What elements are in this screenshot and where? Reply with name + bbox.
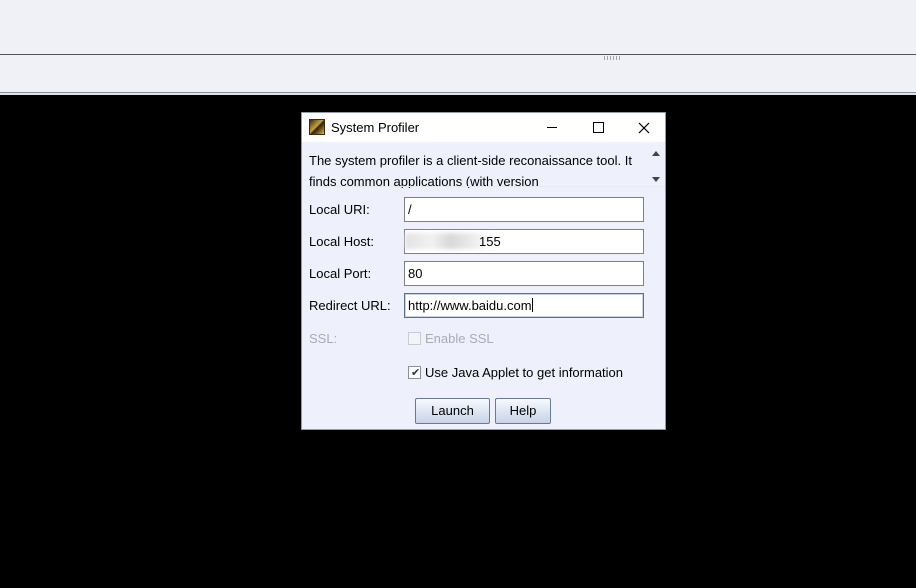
close-icon — [638, 122, 650, 133]
maximize-icon — [592, 122, 604, 133]
local-port-input[interactable]: 80 — [404, 261, 644, 286]
local-host-value: 155 — [479, 234, 501, 249]
java-applet-checkbox[interactable]: ✔ — [408, 366, 421, 379]
local-uri-value: / — [408, 202, 412, 217]
minimize-button[interactable] — [529, 113, 575, 142]
scroll-up-icon[interactable] — [652, 151, 660, 156]
text-caret — [531, 298, 533, 312]
app-icon — [309, 119, 325, 135]
local-port-value: 80 — [408, 266, 423, 281]
redirect-url-input[interactable]: http://www.baidu.com — [404, 293, 644, 318]
local-port-label: Local Port: — [309, 266, 372, 281]
local-uri-input[interactable]: / — [404, 197, 644, 222]
maximize-button[interactable] — [575, 113, 621, 142]
panel-divider-highlight — [0, 93, 916, 95]
checkmark-icon: ✔ — [411, 367, 421, 379]
redirect-url-label: Redirect URL: — [309, 298, 391, 313]
secondary-toolbar-area — [0, 55, 916, 92]
local-uri-label: Local URI: — [309, 202, 370, 217]
minimize-icon — [547, 127, 557, 128]
java-applet-label: Use Java Applet to get information — [425, 365, 624, 380]
ssl-label: SSL: — [309, 331, 338, 346]
system-profiler-dialog: System Profiler The system profiler is a… — [301, 112, 666, 430]
enable-ssl-checkbox[interactable] — [408, 332, 421, 345]
scroll-down-icon[interactable] — [652, 177, 660, 182]
title-bar[interactable]: System Profiler — [302, 113, 665, 142]
launch-button[interactable]: Launch — [415, 398, 490, 424]
local-host-input[interactable]: 155 — [404, 229, 644, 254]
local-host-label: Local Host: — [309, 234, 375, 249]
enable-ssl-label: Enable SSL — [425, 331, 494, 346]
top-toolbar-area — [0, 0, 916, 54]
description-scrollbar[interactable] — [648, 144, 664, 188]
close-button[interactable] — [621, 113, 667, 142]
window-title: System Profiler — [331, 120, 420, 135]
description-divider — [306, 186, 665, 187]
help-button[interactable]: Help — [495, 398, 551, 424]
redirect-url-value: http://www.baidu.com — [408, 298, 532, 313]
description-text: The system profiler is a client-side rec… — [309, 153, 632, 188]
description-area[interactable]: The system profiler is a client-side rec… — [306, 144, 648, 188]
resize-grip-icon[interactable] — [604, 56, 621, 60]
